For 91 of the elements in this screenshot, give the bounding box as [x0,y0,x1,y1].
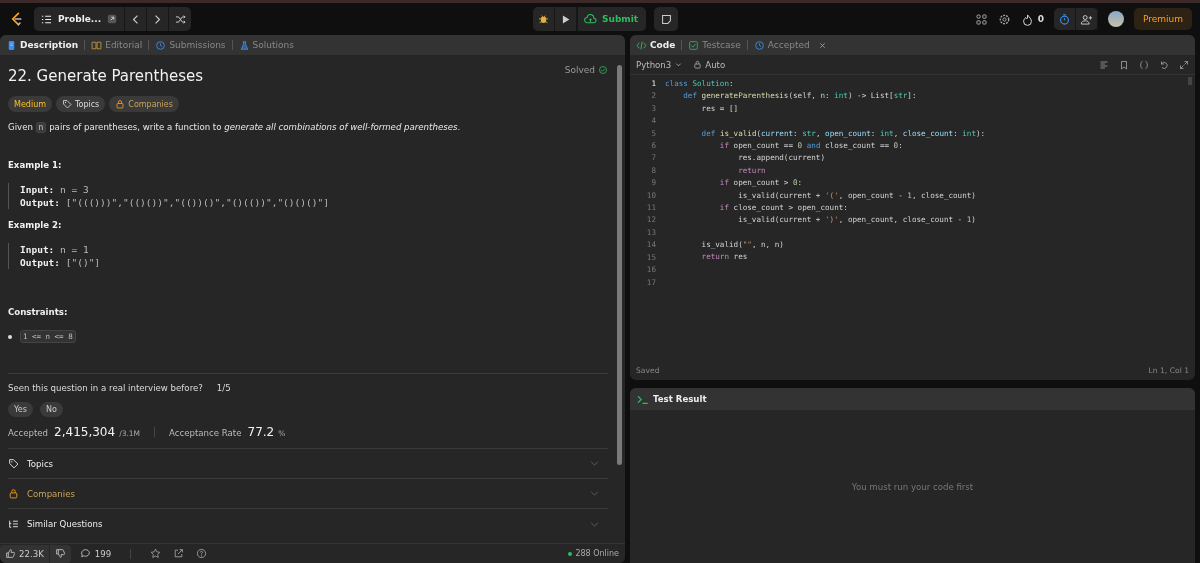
submit-button[interactable]: Submit [577,7,647,31]
online-count: 288 Online [575,549,619,558]
undo-icon [1159,59,1169,70]
share-button[interactable] [173,548,185,559]
answer-button[interactable]: Yes [8,402,33,417]
settings-button[interactable] [997,12,1011,26]
reset-button[interactable] [1159,59,1169,70]
add-user-icon [1079,12,1093,26]
tab[interactable]: Submissions [153,35,228,55]
clock-icon [155,39,167,51]
stopwatch-icon [1057,12,1071,26]
close-icon [817,40,827,50]
example-heading: Example 1: [8,160,63,170]
empty-message: You must run your code first [851,481,974,492]
example-line: Input: n = 3 [20,183,90,196]
accordion-row[interactable]: Similar Questions [8,509,608,539]
auto-mode-button[interactable]: Auto [693,59,726,70]
external-link-icon [106,13,119,25]
solved-status: Solved [564,65,595,75]
constraints-heading: Constraints: [8,307,69,317]
star-icon [150,548,162,559]
acceptance-rate: 77.2 [247,425,275,439]
acceptance-rate-label: Acceptance Rate [169,428,242,438]
align-lines-icon [1099,59,1109,70]
accordion-row[interactable]: Topics [8,449,608,479]
book-icon [91,39,103,51]
tag-icon [8,458,19,469]
grid-icon [974,12,988,26]
streak-button[interactable]: 0 [1020,12,1044,26]
panel-title: Test Result [653,394,707,404]
flame-icon [1020,12,1034,26]
code-icon [636,39,647,51]
expand-icon [1179,59,1189,70]
tag-icon [62,99,72,109]
language-dropdown[interactable]: Python3 [636,59,684,70]
share-icon [173,548,185,559]
thumbs-up-icon [5,548,16,559]
help-button[interactable] [196,548,208,559]
document-icon [6,39,17,51]
tab[interactable]: Description [4,35,81,55]
premium-button[interactable]: Premium [1133,8,1192,30]
tab[interactable]: Solutions [236,35,296,55]
chevron-down-icon [674,60,684,69]
lock-icon [693,60,703,69]
example-heading: Example 2: [8,220,63,230]
lock-icon [8,488,19,499]
help-icon [196,548,208,559]
fullscreen-button[interactable] [1179,59,1189,70]
checkbox-icon [688,39,700,51]
close-tab-button[interactable] [817,40,827,50]
problem-description: Given n pairs of parentheses, write a function to generate all combinations of well-formed parentheses. [8,122,462,132]
favorite-button[interactable] [150,548,162,559]
interview-count: 1/5 [216,383,231,393]
avatar[interactable] [1107,11,1124,27]
check-circle-icon [598,65,608,75]
online-dot [568,551,573,556]
notes-button[interactable] [654,7,679,31]
braces-icon [1139,59,1149,70]
interview-question: Seen this question in a real interview before? [8,383,203,393]
bookmark-button[interactable] [1119,59,1129,70]
list-icon [8,518,19,530]
problem-list-button[interactable]: Proble... [34,7,126,31]
clock-icon [753,39,765,51]
comments-button[interactable]: 199 [79,548,112,559]
shuffle-icon [173,12,187,26]
tab[interactable]: Accepted [751,35,812,55]
accordion-row[interactable]: Companies [8,479,608,509]
braces-button[interactable] [1139,59,1149,70]
bookmark-icon [1119,59,1129,70]
tab[interactable]: Editorial [89,35,145,55]
lock-icon [115,99,126,109]
accepted-label: Accepted [8,428,49,438]
cloud-upload-icon [584,12,597,26]
thumbs-down-icon [54,548,66,559]
tab[interactable]: Testcase [686,35,743,55]
difficulty-tag[interactable]: Medium [8,96,52,112]
accepted-count: 2,415,304 [54,425,116,439]
flask-icon [238,39,250,51]
topics-tag[interactable]: Topics [56,96,106,112]
problem-title[interactable]: 22. Generate Parentheses [8,67,204,85]
comment-icon [79,548,91,559]
layout-button[interactable] [974,12,988,26]
companies-tag[interactable]: Companies [109,96,179,112]
like-button[interactable]: 22.3K [0,544,49,563]
example-line: Output: ["()"] [20,256,102,269]
example-line: Output: ["((()))","(()())","(())()","()(())","()()()"] [20,196,330,209]
example-line: Input: n = 1 [20,243,90,256]
answer-button[interactable]: No [39,402,63,417]
settings-icon [997,12,1011,26]
note-icon [659,12,673,26]
tab[interactable]: Code [634,35,678,55]
